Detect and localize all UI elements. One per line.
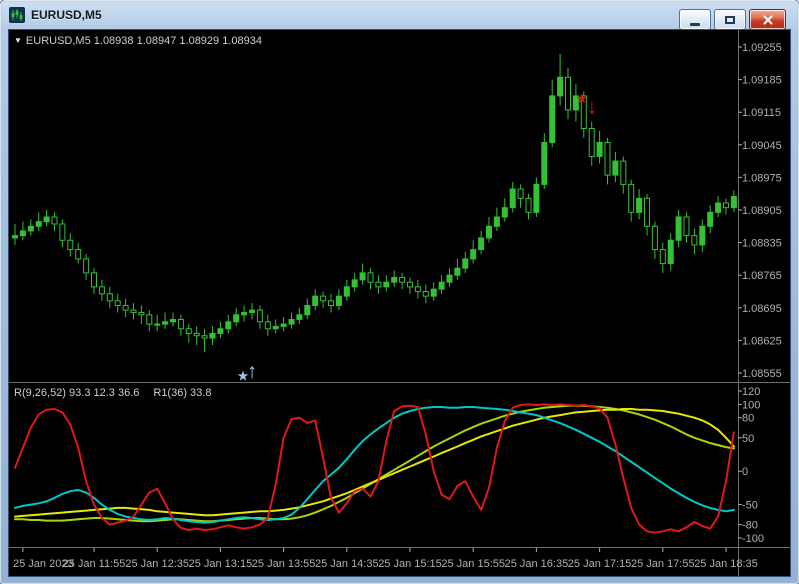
svg-text:100: 100 (742, 399, 760, 411)
window-title: EURUSD,M5 (31, 7, 102, 22)
svg-text:25 Jan 13:55: 25 Jan 13:55 (252, 558, 316, 570)
svg-text:1.09185: 1.09185 (742, 75, 782, 87)
maximize-button[interactable] (714, 9, 746, 30)
minimize-button[interactable] (679, 9, 711, 30)
svg-text:1.08765: 1.08765 (742, 270, 782, 282)
svg-text:25 Jan 17:55: 25 Jan 17:55 (631, 558, 695, 570)
svg-text:-50: -50 (742, 500, 758, 512)
svg-text:1.08905: 1.08905 (742, 205, 782, 217)
svg-text:25 Jan 18:35: 25 Jan 18:35 (694, 558, 758, 570)
svg-text:25 Jan 14:35: 25 Jan 14:35 (315, 558, 379, 570)
mt4-chart-window: EURUSD,M5 1.09255 1.09185 1.09115 1.09045 1.… (0, 0, 799, 584)
svg-text:↓: ↓ (586, 96, 597, 119)
app-icon (9, 6, 25, 23)
svg-text:1.08835: 1.08835 (742, 238, 782, 250)
svg-text:25 Jan 16:35: 25 Jan 16:35 (505, 558, 569, 570)
svg-text:-80: -80 (742, 520, 758, 532)
svg-text:1.08625: 1.08625 (742, 335, 782, 347)
svg-text:1.08975: 1.08975 (742, 172, 782, 184)
close-icon (763, 15, 772, 24)
svg-text:25 Jan 13:15: 25 Jan 13:15 (189, 558, 253, 570)
window-titlebar[interactable]: EURUSD,M5 (0, 0, 799, 30)
minimize-icon (690, 22, 700, 26)
svg-text:1.09045: 1.09045 (742, 140, 782, 152)
svg-text:★: ★ (576, 92, 587, 106)
svg-text:25 Jan 11:55: 25 Jan 11:55 (63, 558, 126, 570)
svg-text:1.09255: 1.09255 (742, 42, 782, 54)
svg-text:25 Jan 17:15: 25 Jan 17:15 (568, 558, 632, 570)
svg-text:1.09115: 1.09115 (742, 107, 781, 119)
svg-text:1.08555: 1.08555 (742, 368, 782, 380)
svg-text:-100: -100 (742, 533, 764, 545)
maximize-icon (725, 15, 735, 24)
svg-text:25 Jan 15:15: 25 Jan 15:15 (378, 558, 442, 570)
window-controls (676, 9, 786, 30)
svg-text:25 Jan 15:55: 25 Jan 15:55 (441, 558, 505, 570)
svg-text:80: 80 (742, 413, 754, 425)
svg-text:50: 50 (742, 433, 754, 445)
chart-canvas[interactable]: 1.09255 1.09185 1.09115 1.09045 1.08975 1.089… (9, 30, 790, 576)
svg-text:120: 120 (742, 386, 760, 398)
svg-text:25 Jan 12:35: 25 Jan 12:35 (125, 558, 189, 570)
svg-text:1.08695: 1.08695 (742, 303, 782, 315)
svg-text:★: ★ (238, 369, 249, 383)
chart-area[interactable]: 1.09255 1.09185 1.09115 1.09045 1.08975 1.089… (8, 29, 791, 577)
svg-text:0: 0 (742, 466, 748, 478)
close-button[interactable] (749, 9, 786, 30)
